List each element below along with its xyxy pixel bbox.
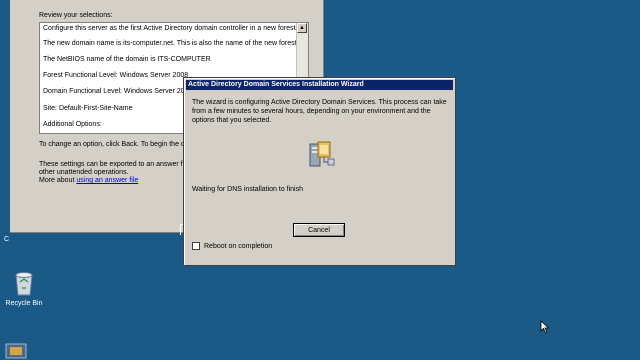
- more-about-text: More about: [39, 177, 75, 184]
- change-option-text: To change an option, click Back. To begi…: [39, 141, 185, 148]
- summary-line: The new domain name is its-computer.net.…: [43, 40, 299, 47]
- recycle-bin-icon: [15, 272, 33, 296]
- summary-line: The NetBIOS name of the domain is ITS-CO…: [43, 56, 211, 63]
- dialog-title: Active Directory Domain Services Install…: [186, 80, 453, 90]
- summary-line: Forest Functional Level: Windows Server …: [43, 72, 189, 79]
- server-manager-icon[interactable]: [2, 340, 36, 360]
- status-text: Waiting for DNS installation to finish: [192, 186, 304, 193]
- review-heading: Review your selections:: [39, 12, 113, 19]
- reboot-label: Reboot on completion: [204, 242, 273, 250]
- installation-wizard-dialog: Active Directory Domain Services Install…: [183, 77, 456, 266]
- mouse-cursor-icon: [540, 320, 550, 334]
- export-text-line1: These settings can be exported to an ans…: [39, 161, 190, 168]
- reboot-on-completion-option[interactable]: Reboot on completion: [192, 242, 272, 250]
- cancel-button[interactable]: Cancel: [293, 223, 345, 237]
- summary-line: Additional Options:: [43, 121, 102, 128]
- answer-file-link[interactable]: using an answer file: [76, 177, 138, 184]
- scroll-up-arrow-icon[interactable]: ▲: [297, 23, 307, 33]
- reboot-checkbox[interactable]: [192, 242, 200, 250]
- summary-line: Domain Functional Level: Windows Server …: [43, 88, 193, 95]
- desktop-partial-label: C: [4, 236, 10, 243]
- export-text-line2: other unattended operations.: [39, 169, 129, 176]
- summary-line: Configure this server as the first Activ…: [43, 25, 298, 32]
- ad-configuration-icon: [309, 141, 335, 167]
- recycle-bin-shortcut[interactable]: Recycle Bin: [4, 270, 44, 307]
- recycle-bin-label: Recycle Bin: [5, 300, 43, 307]
- progress-message: The wizard is configuring Active Directo…: [192, 99, 447, 124]
- summary-line: Site: Default-First-Site-Name: [43, 105, 133, 112]
